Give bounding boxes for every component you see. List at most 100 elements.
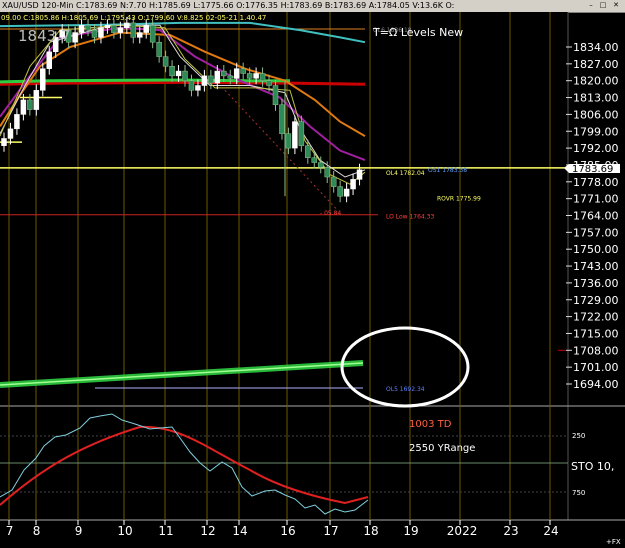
window-title: XAU/USD 120-Min C:1783.69 N:7.70 H:1785.… xyxy=(2,1,455,10)
maximize-icon[interactable]: □ xyxy=(598,1,608,10)
candle-body xyxy=(104,25,111,28)
time-tick-label: 24 xyxy=(543,524,558,538)
candle-body xyxy=(253,73,259,79)
candle-body xyxy=(221,70,227,77)
price-tick-label: 1778.00 xyxy=(573,176,619,189)
candle-body xyxy=(259,73,266,81)
chart-title: T=Ω Levels New xyxy=(372,26,463,39)
price-tick-label: 1813.00 xyxy=(573,92,619,105)
candle-body xyxy=(72,32,78,43)
candle-body xyxy=(343,188,350,197)
candle-body xyxy=(279,104,285,134)
time-tick-label: 16 xyxy=(280,524,295,538)
price-tick-label: 1792.00 xyxy=(573,142,619,155)
top-left-price-label: 1843.7 xyxy=(18,27,71,45)
candle-body xyxy=(318,162,324,168)
osc-signal-line xyxy=(0,425,369,506)
candle-body xyxy=(111,25,117,33)
candle-body xyxy=(1,138,7,146)
candle-body xyxy=(233,68,240,79)
close-icon[interactable]: ✕ xyxy=(611,1,621,10)
time-tick-label: 7 xyxy=(6,524,14,538)
price-tick-label: 1743.00 xyxy=(573,260,619,273)
price-panel xyxy=(0,12,568,406)
time-tick-label: 2022 xyxy=(447,524,478,538)
candle-body xyxy=(311,157,318,163)
candle-body xyxy=(78,25,85,33)
candle-body xyxy=(292,121,298,149)
candle-body xyxy=(156,41,162,57)
level-label: - 05.84 xyxy=(320,210,341,217)
candle-body xyxy=(330,176,337,187)
price-tick-label: 1715.00 xyxy=(573,327,619,340)
candle-body xyxy=(149,25,156,43)
candle-body xyxy=(305,145,311,158)
price-tick-label: 1827.00 xyxy=(573,58,619,71)
candle-body xyxy=(285,133,292,149)
level-label: OL5 1692.34 xyxy=(386,386,425,393)
candle-body xyxy=(46,51,52,69)
minimize-icon[interactable]: – xyxy=(586,1,596,10)
candle-body xyxy=(208,75,214,84)
time-tick-label: 12 xyxy=(200,524,215,538)
price-tick-label: 1764.00 xyxy=(573,210,619,223)
time-tick-label: 18 xyxy=(363,524,378,538)
level-label: OL4 1782.04 xyxy=(386,170,425,177)
candle-body xyxy=(266,80,272,86)
osc-tick-label: 250 xyxy=(572,432,585,440)
price-tick-label: 1701.00 xyxy=(573,361,619,374)
osc-label-yrange: 2550 YRange xyxy=(409,443,475,454)
level-label: OS1 1783.38 xyxy=(428,167,467,174)
time-axis: 7 8 9 10 11 12 14 16 17 18 19 2022 23 24 xyxy=(6,520,559,538)
candle-body xyxy=(324,167,330,178)
candle-body xyxy=(14,114,20,130)
candle-body xyxy=(33,90,40,110)
candle-body xyxy=(246,73,253,79)
current-price-marker: 1783.69 xyxy=(564,164,620,175)
candle-body xyxy=(91,29,98,38)
osc-label-sto: STO 10, xyxy=(571,460,614,473)
time-tick-label: 9 xyxy=(75,524,83,538)
price-tick-label: 1729.00 xyxy=(573,294,619,307)
candle-body xyxy=(143,25,149,33)
candle-body xyxy=(7,128,14,139)
price-tick-label: 1799.00 xyxy=(573,125,619,138)
candle-body xyxy=(27,99,33,110)
candle-body xyxy=(98,27,104,38)
info-line: 09.00 C:1805.86 H:1805.69 L:1795.43 O:17… xyxy=(1,14,266,22)
candle-body xyxy=(356,169,363,180)
price-tick-label: 1771.00 xyxy=(573,193,619,206)
candle-body xyxy=(188,80,195,91)
candle-body xyxy=(124,22,130,28)
candle-body xyxy=(20,99,27,115)
price-tick-label: 1722.00 xyxy=(573,311,619,324)
footer-mark: +FX xyxy=(606,538,621,546)
candle-body xyxy=(169,66,175,77)
price-tick-label: 1757.00 xyxy=(573,226,619,239)
time-tick-label: 10 xyxy=(117,524,132,538)
candle-body xyxy=(162,56,169,67)
oscillator-panel: 250 750 1003 TD 2550 YRange STO 10, xyxy=(0,413,614,515)
candle-body xyxy=(175,70,182,77)
time-tick-label: 19 xyxy=(403,524,418,538)
candle-body xyxy=(40,68,46,91)
candle-body xyxy=(214,70,221,84)
current-price-label: 1783.69 xyxy=(572,164,613,175)
time-tick-label: 17 xyxy=(323,524,338,538)
candle-body xyxy=(117,27,124,33)
price-tick-label: 1750.00 xyxy=(573,243,619,256)
candle-body xyxy=(337,186,343,197)
price-tick-label: 1708.00 xyxy=(573,344,619,357)
candle-body xyxy=(350,179,356,190)
candle-body xyxy=(182,70,188,81)
time-tick-label: 8 xyxy=(33,524,41,538)
candle-body xyxy=(298,121,305,146)
price-tick-label: 1834.00 xyxy=(573,41,619,54)
osc-tick-label: 750 xyxy=(572,489,585,497)
price-tick-label: 1694.00 xyxy=(573,378,619,391)
price-tick-label: 1820.00 xyxy=(573,75,619,88)
chart-canvas[interactable]: OL4 1782.04 OS1 1783.38 ROVR 1775.99 LO Low… xyxy=(0,12,625,548)
candle-body xyxy=(137,32,143,38)
candle-body xyxy=(195,85,201,91)
time-tick-label: 14 xyxy=(232,524,247,538)
